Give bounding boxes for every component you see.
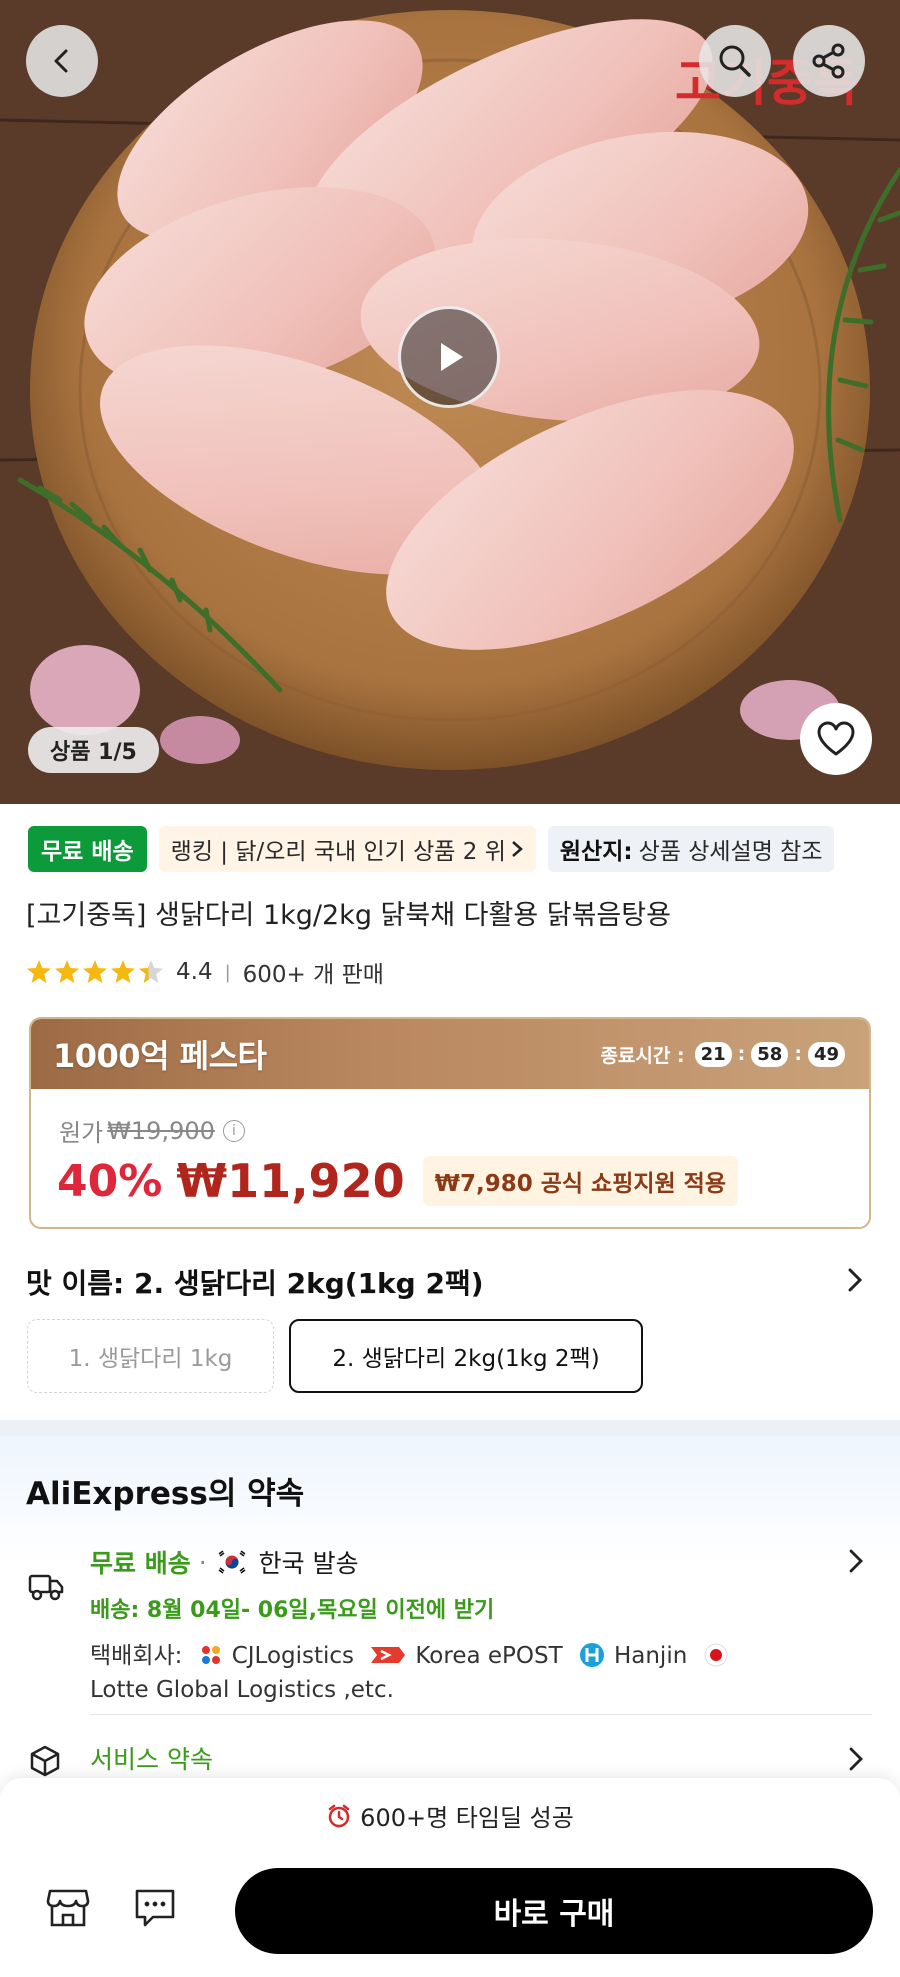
timer-seconds: 49 [807, 1041, 845, 1067]
origin-badge: 원산지: 상품 상세설명 참조 [547, 826, 835, 872]
carriers-list: 택배회사: CJLogistics Korea ePOST Hanjin Lot… [90, 1639, 790, 1707]
rating-stars [26, 959, 164, 985]
info-icon[interactable]: i [222, 1119, 245, 1142]
timedeal-banner: 600+명 타임딜 성공 [0, 1798, 900, 1833]
promo-header: 1000억 페스타 종료시간 : 21 : 58 : 49 [31, 1019, 869, 1089]
origin-label: 원산지: [559, 839, 633, 865]
hanjin-logo-icon [579, 1642, 604, 1667]
product-title: [고기중독] 생닭다리 1kg/2kg 닭북채 다활용 닭볶음탕용 [26, 900, 671, 931]
sold-count: 600+ 개 판매 [242, 962, 384, 988]
star-icon [27, 960, 51, 983]
original-price-label: 원가 [59, 1119, 104, 1147]
subsidy-badge: ₩7,980 공식 쇼핑지원 적용 [422, 1156, 739, 1206]
chevron-right-icon [512, 841, 523, 857]
wishlist-button[interactable] [800, 703, 872, 775]
heart-icon [817, 721, 855, 756]
promise-title: AliExpress의 약속 [26, 1476, 305, 1512]
timer-label: 종료시간 : [600, 1044, 685, 1067]
service-promise-row[interactable]: 서비스 약속 [90, 1740, 213, 1776]
carrier-lotte: Lotte Global Logistics ,etc. [90, 1677, 394, 1703]
korea-flag-icon [214, 1549, 249, 1575]
ranking-label: 랭킹 | 닭/오리 국내 인기 상품 2 위 [170, 839, 506, 865]
star-icon [55, 960, 79, 983]
search-button[interactable] [699, 25, 771, 97]
rating-row[interactable]: 4.4 | 600+ 개 판매 [26, 955, 384, 989]
delivery-date: 배송: 8월 04일- 06일,목요일 이전에 받기 [90, 1598, 495, 1623]
section-divider [0, 1420, 900, 1436]
star-icon [111, 960, 135, 983]
buy-now-button[interactable]: 바로 구매 [235, 1868, 873, 1954]
origin-value: 상품 상세설명 참조 [638, 839, 823, 865]
option-label[interactable]: 맛 이름: 2. 생닭다리 2kg(1kg 2팩) [26, 1262, 484, 1302]
timer-hours: 21 [694, 1041, 732, 1067]
product-image-gallery[interactable]: 고기중독 상품 1/5 [0, 0, 900, 804]
rating-separator: | [224, 961, 231, 983]
korea-epost-logo-icon [371, 1646, 406, 1663]
back-icon [54, 49, 68, 73]
lotte-logo-icon [704, 1643, 728, 1666]
carrier-cj: CJLogistics [231, 1643, 355, 1669]
truck-icon [28, 1574, 64, 1601]
carrier-hanjin: Hanjin [613, 1643, 688, 1669]
chat-button[interactable] [133, 1887, 177, 1933]
promo-box: 1000억 페스타 종료시간 : 21 : 58 : 49 원가 ₩19,900… [29, 1017, 871, 1229]
store-button[interactable] [46, 1887, 90, 1933]
box-icon [30, 1745, 60, 1777]
price-row: 40% ₩11,920 ₩7,980 공식 쇼핑지원 적용 [57, 1154, 739, 1208]
chat-icon [135, 1889, 175, 1927]
alarm-clock-icon [328, 1804, 350, 1827]
product-badges: 무료 배송 랭킹 | 닭/오리 국내 인기 상품 2 위 원산지: 상품 상세설… [28, 826, 900, 872]
carrier-label: 택배회사: [90, 1643, 183, 1669]
search-icon [719, 45, 751, 77]
back-button[interactable] [26, 25, 98, 97]
option-1kg[interactable]: 1. 생닭다리 1kg [27, 1319, 274, 1393]
option-2kg-selected[interactable]: 2. 생닭다리 2kg(1kg 2팩) [289, 1319, 643, 1393]
timer-minutes: 58 [751, 1041, 789, 1067]
bottom-action-bar: 600+명 타임딜 성공 바로 구매 [0, 1778, 900, 1977]
ship-from-text: 한국 발송 [258, 1549, 359, 1578]
star-icon [83, 960, 107, 983]
share-button[interactable] [793, 25, 865, 97]
original-price: ₩19,900 [107, 1116, 215, 1145]
play-video-button[interactable] [398, 306, 500, 408]
store-icon [46, 1889, 90, 1927]
promo-timer: 종료시간 : 21 : 58 : 49 [600, 1041, 845, 1068]
sale-price: ₩11,920 [176, 1154, 405, 1208]
promo-title: 1000억 페스타 [53, 1037, 267, 1075]
carrier-epost: Korea ePOST [415, 1643, 563, 1669]
row-divider [90, 1714, 872, 1715]
share-icon [812, 43, 845, 79]
rating-value: 4.4 [176, 959, 213, 985]
chevron-right-icon[interactable] [846, 1266, 864, 1294]
original-price-row: 원가 ₩19,900 i [59, 1113, 245, 1148]
cj-logistics-logo-icon [201, 1645, 220, 1664]
star-icon [139, 960, 163, 983]
discount-percent: 40% [57, 1155, 163, 1207]
shipping-row[interactable]: 무료 배송 · 한국 발송 [90, 1544, 359, 1580]
chevron-right-icon[interactable] [848, 1548, 864, 1574]
play-icon [441, 343, 463, 371]
aliexpress-promise-section: AliExpress의 약속 무료 배송 · 한국 발송 배송: 8월 04일-… [0, 1436, 900, 1836]
image-page-indicator: 상품 1/5 [28, 727, 159, 773]
ranking-badge[interactable]: 랭킹 | 닭/오리 국내 인기 상품 2 위 [158, 826, 536, 872]
free-shipping-text: 무료 배송 [90, 1549, 191, 1578]
free-shipping-badge: 무료 배송 [28, 826, 147, 872]
timedeal-text: 600+명 타임딜 성공 [360, 1804, 574, 1832]
chevron-right-icon[interactable] [848, 1746, 864, 1772]
